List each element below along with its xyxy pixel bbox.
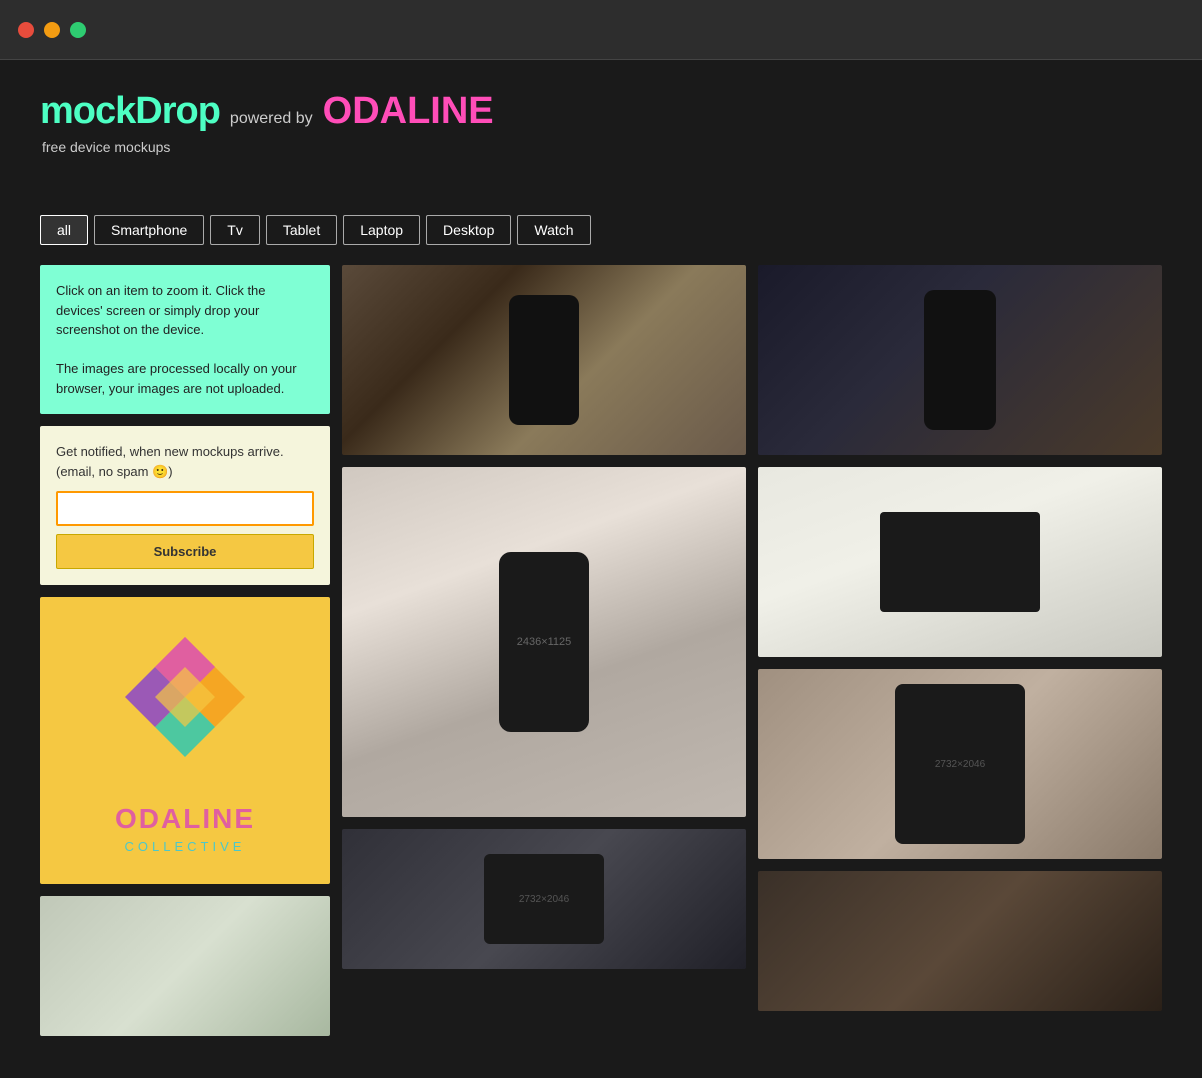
email-input[interactable]	[56, 491, 314, 526]
collective-text: COLLECTIVE	[125, 839, 246, 854]
titlebar	[0, 0, 1202, 60]
odaline-logo-box[interactable]: ODALINE COLLECTIVE	[40, 597, 330, 884]
notify-label: Get notified, when new mockups arrive. (…	[56, 442, 314, 481]
phone-laptop-mockup[interactable]	[758, 871, 1162, 1011]
notify-box: Get notified, when new mockups arrive. (…	[40, 426, 330, 585]
tablet-mockup-bottom[interactable]: 2732×2046	[342, 829, 746, 969]
odaline-name: ODALINE	[115, 803, 255, 835]
header-title-row: mockDrop powered by ODALINE	[40, 90, 1162, 133]
content-grid: Click on an item to zoom it. Click the d…	[40, 265, 1162, 1036]
right-column: 2732×2046	[758, 265, 1162, 1011]
filter-all[interactable]: all	[40, 215, 88, 245]
tagline: free device mockups	[42, 139, 1162, 155]
brand-mockdrop: mockDrop	[40, 90, 220, 133]
filter-laptop[interactable]: Laptop	[343, 215, 420, 245]
info-text-2: The images are processed locally on your…	[56, 361, 297, 396]
filter-desktop[interactable]: Desktop	[426, 215, 511, 245]
header: mockDrop powered by ODALINE free device …	[40, 90, 1162, 155]
phone-mockup-3[interactable]: 2436×1125	[342, 467, 746, 817]
tv-mockup[interactable]	[758, 467, 1162, 657]
filter-tablet[interactable]: Tablet	[266, 215, 337, 245]
sidebar-bottom-image[interactable]	[40, 896, 330, 1036]
tablet-b2-dimensions: 2732×2046	[519, 894, 569, 905]
info-text-1: Click on an item to zoom it. Click the d…	[56, 283, 266, 337]
minimize-button[interactable]	[44, 22, 60, 38]
info-box: Click on an item to zoom it. Click the d…	[40, 265, 330, 414]
tv-device	[880, 512, 1040, 612]
tablet-device-2: 2732×2046	[895, 684, 1025, 844]
tablet2-dimensions: 2732×2046	[935, 759, 985, 770]
phone-device-2	[924, 290, 996, 430]
filter-tv[interactable]: Tv	[210, 215, 260, 245]
maximize-button[interactable]	[70, 22, 86, 38]
odaline-logo-svg	[105, 627, 265, 787]
filter-smartphone[interactable]: Smartphone	[94, 215, 204, 245]
close-button[interactable]	[18, 22, 34, 38]
brand-odaline: ODALINE	[323, 90, 494, 133]
phone3-dimensions: 2436×1125	[517, 636, 572, 648]
traffic-lights	[18, 22, 86, 38]
tablet-device-bottom: 2732×2046	[484, 854, 604, 944]
phone-device-1	[509, 295, 579, 425]
phone-device-3: 2436×1125	[499, 552, 589, 732]
filter-watch[interactable]: Watch	[517, 215, 590, 245]
main-content: mockDrop powered by ODALINE free device …	[0, 60, 1202, 1076]
middle-column: 2436×1125 2732×2046	[342, 265, 746, 969]
left-sidebar: Click on an item to zoom it. Click the d…	[40, 265, 330, 1036]
phone-mockup-1[interactable]	[342, 265, 746, 455]
filter-buttons: all Smartphone Tv Tablet Laptop Desktop …	[40, 215, 1162, 245]
subscribe-button[interactable]: Subscribe	[56, 534, 314, 569]
phone-mockup-2[interactable]	[758, 265, 1162, 455]
tablet-mockup-2[interactable]: 2732×2046	[758, 669, 1162, 859]
powered-by-label: powered by	[230, 110, 313, 128]
